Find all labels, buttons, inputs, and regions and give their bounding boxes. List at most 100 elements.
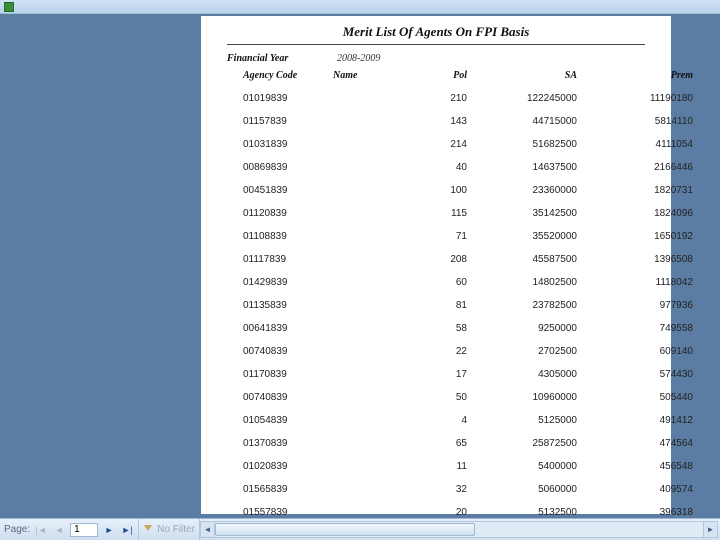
- table-row: 0142983960148025001118042: [201, 271, 671, 294]
- nav-last-icon[interactable]: ►|: [120, 523, 134, 537]
- cell-sa: 51682500: [473, 135, 583, 154]
- nav-next-icon[interactable]: ►: [102, 523, 116, 537]
- cell-name: [333, 181, 423, 200]
- cell-name: [333, 135, 423, 154]
- table-row: 01120839115351425001824096: [201, 202, 671, 225]
- cell-name: [333, 503, 423, 522]
- cell-pol: 58: [423, 319, 473, 338]
- col-name: Name: [333, 70, 423, 81]
- cell-sa: 14802500: [473, 273, 583, 292]
- page-navigator: Page: |◄ ◄ ► ►|: [0, 519, 139, 540]
- col-prem: Prem: [583, 70, 693, 81]
- cell-sa: 5132500: [473, 503, 583, 522]
- cell-code: 01117839: [243, 250, 333, 269]
- cell-prem: 396318: [583, 503, 693, 522]
- cell-prem: 1118042: [583, 273, 693, 292]
- table-row: 0101983921012224500011190180: [201, 87, 671, 110]
- table-row: 00641839589250000749558: [201, 317, 671, 340]
- cell-prem: 11190180: [583, 89, 693, 108]
- cell-code: 00740839: [243, 342, 333, 361]
- table-row: 01117839208455875001396508: [201, 248, 671, 271]
- financial-year-row: Financial Year 2008-2009: [201, 51, 671, 70]
- report-page: Merit List Of Agents On FPI Basis Financ…: [201, 16, 671, 514]
- cell-prem: 2166446: [583, 158, 693, 177]
- cell-sa: 14637500: [473, 158, 583, 177]
- cell-code: 01157839: [243, 112, 333, 131]
- cell-name: [333, 250, 423, 269]
- cell-name: [333, 296, 423, 315]
- cell-prem: 609140: [583, 342, 693, 361]
- cell-sa: 25872500: [473, 434, 583, 453]
- cell-prem: 409574: [583, 480, 693, 499]
- cell-sa: 45587500: [473, 250, 583, 269]
- col-sa: SA: [473, 70, 583, 81]
- cell-code: 00869839: [243, 158, 333, 177]
- cell-code: 00451839: [243, 181, 333, 200]
- cell-sa: 23782500: [473, 296, 583, 315]
- cell-prem: 4111054: [583, 135, 693, 154]
- cell-code: 01020839: [243, 457, 333, 476]
- financial-year-value: 2008-2009: [337, 53, 380, 64]
- cell-prem: 574430: [583, 365, 693, 384]
- cell-prem: 474564: [583, 434, 693, 453]
- cell-code: 01031839: [243, 135, 333, 154]
- cell-pol: 81: [423, 296, 473, 315]
- table-row: 00740839222702500609140: [201, 340, 671, 363]
- cell-pol: 100: [423, 181, 473, 200]
- filter-status[interactable]: No Filter: [139, 519, 200, 540]
- filter-icon: [143, 525, 153, 535]
- table-row: 01031839214516825004111054: [201, 133, 671, 156]
- table-row: 01157839143447150005814110: [201, 110, 671, 133]
- table-body: 0101983921012224500011190180 01157839 143 4…: [201, 87, 671, 540]
- cell-name: [333, 365, 423, 384]
- table-row: 0110883971355200001650192: [201, 225, 671, 248]
- scroll-left-icon[interactable]: ◄: [201, 522, 215, 537]
- cell-prem: 1396508: [583, 250, 693, 269]
- cell-name: [333, 89, 423, 108]
- cell-pol: 50: [423, 388, 473, 407]
- col-agency-code: Agency Code: [243, 70, 333, 81]
- cell-name: [333, 158, 423, 177]
- cell-pol: 4: [423, 411, 473, 430]
- cell-sa: 122245000: [473, 89, 583, 108]
- cell-sa: 4305000: [473, 365, 583, 384]
- cell-pol: 143: [423, 112, 473, 131]
- scroll-right-icon[interactable]: ►: [703, 522, 717, 537]
- cell-code: 00641839: [243, 319, 333, 338]
- cell-name: [333, 273, 423, 292]
- page-input[interactable]: [70, 523, 98, 537]
- table-row: 011358398123782500977936: [201, 294, 671, 317]
- cell-sa: 23360000: [473, 181, 583, 200]
- cell-name: [333, 411, 423, 430]
- cell-name: [333, 227, 423, 246]
- cell-pol: 71: [423, 227, 473, 246]
- cell-pol: 210: [423, 89, 473, 108]
- cell-code: 01565839: [243, 480, 333, 499]
- cell-sa: 2702500: [473, 342, 583, 361]
- cell-code: 01135839: [243, 296, 333, 315]
- filter-text: No Filter: [157, 524, 195, 535]
- cell-code: 01370839: [243, 434, 333, 453]
- table-row: 01020839115400000456548: [201, 455, 671, 478]
- cell-name: [333, 112, 423, 131]
- cell-pol: 11: [423, 457, 473, 476]
- cell-pol: 17: [423, 365, 473, 384]
- cell-prem: 977936: [583, 296, 693, 315]
- nav-first-icon[interactable]: |◄: [34, 523, 48, 537]
- cell-pol: 32: [423, 480, 473, 499]
- table-row: 0105483945125000491412: [201, 409, 671, 432]
- table-row: 00451839100233600001820731: [201, 179, 671, 202]
- cell-prem: 749558: [583, 319, 693, 338]
- nav-prev-icon[interactable]: ◄: [52, 523, 66, 537]
- title-bar: [0, 0, 720, 14]
- scroll-thumb[interactable]: [215, 523, 475, 536]
- horizontal-scrollbar[interactable]: ◄ ►: [200, 521, 718, 538]
- cell-sa: 5125000: [473, 411, 583, 430]
- cell-name: [333, 480, 423, 499]
- table-row: 0086983940146375002166446: [201, 156, 671, 179]
- cell-sa: 35520000: [473, 227, 583, 246]
- cell-name: [333, 342, 423, 361]
- cell-prem: 456548: [583, 457, 693, 476]
- cell-name: [333, 388, 423, 407]
- cell-code: 01120839: [243, 204, 333, 223]
